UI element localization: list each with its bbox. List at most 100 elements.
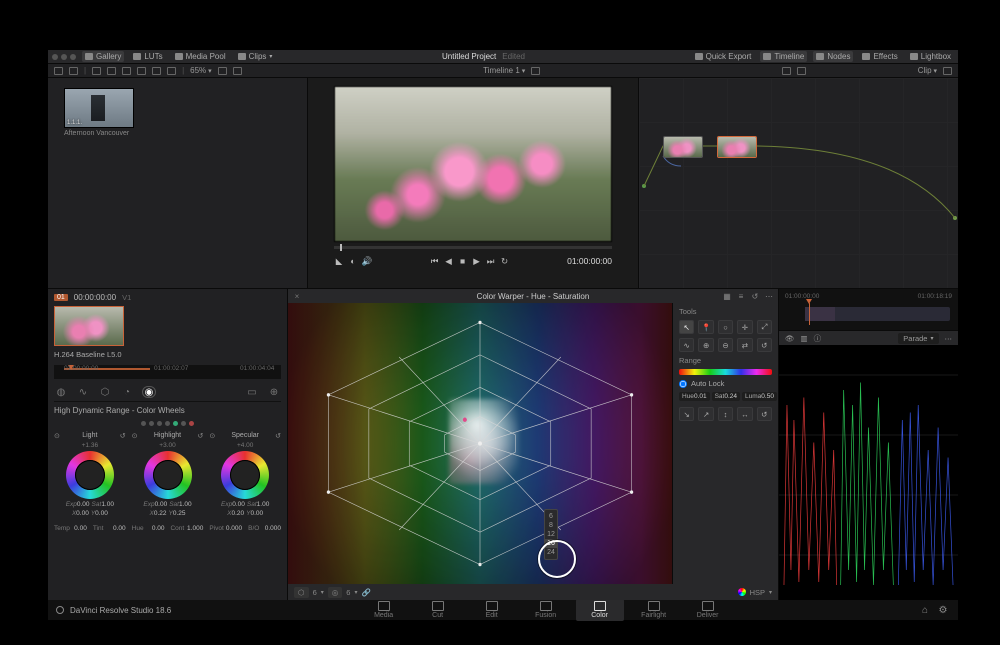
link-icon[interactable]: 🔗 <box>361 588 370 597</box>
more-1-icon[interactable] <box>167 67 176 75</box>
fit-icon[interactable] <box>218 67 227 75</box>
clip-dropdown[interactable]: Clip <box>918 66 937 75</box>
tool-pick-icon[interactable]: ✛ <box>737 320 752 334</box>
luts-toggle[interactable]: LUTs <box>130 51 165 62</box>
clip-mini-timeline[interactable]: 01:00:00:00 01:00:02:07 01:00:04:04 <box>54 365 281 379</box>
home-icon[interactable]: ⌂ <box>920 605 930 615</box>
palette-primary-icon[interactable]: ◍ <box>54 386 68 398</box>
node-graph[interactable]: 01 02 <box>638 78 958 288</box>
chevron-down-icon[interactable]: ▾ <box>354 589 357 596</box>
sat-res-icon[interactable]: ◎ <box>328 587 343 598</box>
axis-2-icon[interactable]: ↗ <box>698 407 713 421</box>
scope-hist-icon[interactable]: ▥ <box>801 334 808 343</box>
step-back-button[interactable]: ◀ <box>444 256 454 266</box>
view-mode-1-icon[interactable] <box>54 67 63 75</box>
tool-select-icon[interactable]: ↖ <box>679 320 694 334</box>
hue-res-value[interactable]: 6 <box>313 588 317 597</box>
wheel-highlight-wheel[interactable] <box>144 451 192 499</box>
max-dot[interactable] <box>70 54 76 60</box>
tab-fairlight[interactable]: Fairlight <box>630 599 678 621</box>
palette-qualifier-icon[interactable]: ◔ <box>120 386 134 398</box>
split-icon[interactable] <box>107 67 116 75</box>
tab-edit[interactable]: Edit <box>468 599 516 621</box>
wheel-toggle-icon[interactable]: ⊙ <box>132 432 138 440</box>
warper-canvas[interactable] <box>288 303 672 584</box>
timeline-toggle[interactable]: Timeline <box>760 51 807 62</box>
nodes-opt-icon[interactable] <box>943 67 952 75</box>
grid-icon[interactable] <box>92 67 101 75</box>
wheel-reset-icon[interactable]: ↺ <box>120 432 126 440</box>
warper-list-icon[interactable]: ≡ <box>736 291 746 301</box>
media-pool-toggle[interactable]: Media Pool <box>172 51 229 62</box>
tl-opt-icon[interactable] <box>531 67 540 75</box>
chevron-down-icon[interactable]: ▾ <box>769 589 772 596</box>
tab-cut[interactable]: Cut <box>414 599 462 621</box>
play-button[interactable]: ▶ <box>472 256 482 266</box>
tool-smooth-icon[interactable]: ∿ <box>679 338 694 352</box>
wheel-reset-icon[interactable]: ↺ <box>275 432 281 440</box>
gallery-toggle[interactable]: Gallery <box>82 51 124 62</box>
tool-dec-icon[interactable]: ⊖ <box>718 338 733 352</box>
tab-fusion[interactable]: Fusion <box>522 599 570 621</box>
loop-button[interactable]: ↻ <box>500 256 510 266</box>
effects-toggle[interactable]: Effects <box>859 51 900 62</box>
timeline-strip[interactable]: 01:00:00:00 01:00:18:19 <box>779 289 958 331</box>
tab-media[interactable]: Media <box>360 599 408 621</box>
wheel-toggle-icon[interactable]: ⊙ <box>54 432 60 440</box>
cursor-icon[interactable] <box>782 67 791 75</box>
resolution-popup[interactable]: 6 8 12 16 24 <box>544 509 558 560</box>
aspect-icon[interactable] <box>233 67 242 75</box>
tool-expand-icon[interactable]: ⤢ <box>757 320 772 334</box>
clip-thumb[interactable] <box>54 306 124 346</box>
timeline-playhead[interactable] <box>809 303 810 325</box>
wheel-toggle-icon[interactable]: ⊙ <box>209 432 215 440</box>
tool-reset-icon[interactable]: ↺ <box>757 338 772 352</box>
color-space-label[interactable]: HSP <box>750 588 765 597</box>
hue-range-strip[interactable] <box>679 369 772 375</box>
warper-mesh[interactable] <box>288 303 672 584</box>
quick-export-button[interactable]: Quick Export <box>692 51 755 62</box>
warper-more-icon[interactable]: ⋯ <box>764 291 774 301</box>
picker-icon[interactable]: ◣ <box>334 256 344 266</box>
close-dot[interactable] <box>52 54 58 60</box>
scope-info-icon[interactable]: ⓘ <box>814 333 822 344</box>
timeline-clip[interactable] <box>805 307 950 321</box>
min-dot[interactable] <box>61 54 67 60</box>
window-controls[interactable] <box>52 54 76 60</box>
go-start-button[interactable]: ⏮ <box>430 256 440 266</box>
zoom-dropdown[interactable]: 65% <box>190 66 211 75</box>
tab-color[interactable]: Color <box>576 599 624 621</box>
scope-view-icon[interactable]: 👁 <box>785 334 795 343</box>
timeline-dropdown[interactable]: Timeline 1 <box>483 66 525 75</box>
parade-scope[interactable] <box>779 345 958 600</box>
scope-mode-dropdown[interactable]: Parade▾ <box>898 333 938 344</box>
autolock-toggle[interactable]: Auto Lock <box>679 379 772 388</box>
wheel-reset-icon[interactable]: ↺ <box>197 432 203 440</box>
palette-window-icon[interactable]: ▭ <box>245 386 259 398</box>
wipe-icon[interactable]: ◐ <box>348 256 358 266</box>
node-02[interactable]: 02 <box>717 136 757 158</box>
search-icon[interactable] <box>152 67 161 75</box>
lightbox-toggle[interactable]: Lightbox <box>907 51 954 62</box>
node-01[interactable]: 01 <box>663 136 703 158</box>
stop-button[interactable]: ■ <box>458 256 468 266</box>
scope-more-icon[interactable]: ⋯ <box>945 334 953 343</box>
clips-toggle[interactable]: Clips▾ <box>235 51 276 62</box>
wheel-zone-dots[interactable] <box>54 419 281 428</box>
tool-pin-icon[interactable]: 📍 <box>698 320 713 334</box>
nodes-toggle[interactable]: Nodes <box>813 51 853 62</box>
sat-res-value[interactable]: 6 <box>346 588 350 597</box>
palette-warper-icon[interactable]: ⬡ <box>98 386 112 398</box>
go-end-button[interactable]: ⏭ <box>486 256 496 266</box>
axis-1-icon[interactable]: ↘ <box>679 407 694 421</box>
wheel-light-wheel[interactable] <box>66 451 114 499</box>
tool-convert-icon[interactable]: ⇄ <box>737 338 752 352</box>
refresh-icon[interactable] <box>797 67 806 75</box>
axis-4-icon[interactable]: ↔ <box>737 407 752 421</box>
tab-deliver[interactable]: Deliver <box>684 599 732 621</box>
chevron-down-icon[interactable]: ▾ <box>321 589 324 596</box>
viewer-image[interactable] <box>334 86 612 242</box>
warper-dock-icon[interactable]: ▦ <box>722 291 732 301</box>
tool-draw-icon[interactable]: ○ <box>718 320 733 334</box>
wheel-specular-wheel[interactable] <box>221 451 269 499</box>
